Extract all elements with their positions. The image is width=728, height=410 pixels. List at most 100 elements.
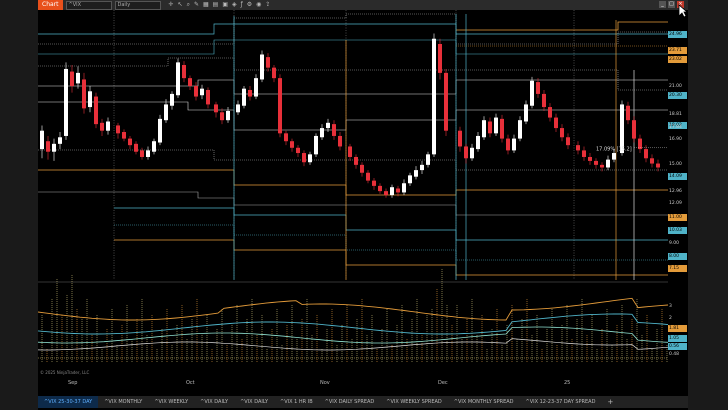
price-axis-label: 7.15 — [668, 264, 687, 272]
candle-body — [638, 138, 642, 150]
candle-body — [76, 72, 80, 84]
candle-body — [302, 153, 306, 163]
chart-tab[interactable]: ^VIX 1 HR IB — [274, 396, 319, 408]
candle-body — [278, 78, 282, 134]
strategy-icon[interactable]: ◈ — [232, 0, 237, 10]
level-line — [114, 207, 668, 241]
zoom-icon[interactable]: ⌕ — [187, 0, 190, 10]
grid-icon[interactable]: ▦ — [203, 0, 209, 10]
mouse-cursor-icon — [678, 4, 688, 18]
price-axis-label: 9.00 — [669, 241, 680, 247]
snapshot-icon[interactable]: ◉ — [256, 0, 261, 10]
candle-body — [656, 163, 660, 168]
candle-body — [566, 137, 570, 146]
draw-icon[interactable]: ✎ — [194, 0, 199, 10]
interval-selector[interactable]: Daily — [114, 0, 161, 10]
price-axis-label: 16.90 — [669, 137, 682, 143]
indicator-line — [38, 297, 668, 321]
candle-body — [220, 112, 224, 121]
minimize-icon[interactable]: _ — [659, 1, 666, 8]
template-icon[interactable]: ▤ — [213, 0, 219, 10]
candle-body — [390, 187, 394, 196]
chart-tab[interactable]: ^VIX DAILY — [234, 396, 274, 408]
candle-body — [176, 62, 180, 96]
candle-body — [88, 91, 92, 108]
price-axis-label: 23.71 — [668, 46, 687, 54]
chart-tab[interactable]: ^VIX WEEKLY SPREAD — [380, 396, 448, 408]
price-axis-label: 21.00 — [669, 83, 682, 89]
candle-body — [494, 117, 498, 134]
level-line — [38, 57, 668, 91]
candle-body — [372, 180, 376, 186]
time-axis-label: Sep — [68, 380, 78, 386]
candle-body — [214, 104, 218, 113]
level-line — [38, 39, 668, 55]
chart-tab[interactable]: ^VIX MONTHLY — [98, 396, 148, 408]
candle-body — [632, 120, 636, 139]
candle-body — [464, 146, 468, 159]
candle-body — [266, 57, 270, 68]
candle-body — [378, 185, 382, 192]
add-tab-button[interactable]: + — [601, 398, 619, 406]
indicator-icon[interactable]: ƒ — [241, 0, 243, 10]
indicator-axis-label: 0.56 — [668, 342, 687, 350]
candle-body — [40, 130, 44, 150]
chart-title-tab[interactable]: Chart — [38, 0, 63, 10]
candle-body — [444, 72, 448, 131]
properties-icon[interactable]: ⚙ — [247, 0, 252, 10]
chart-tab[interactable]: ^VIX DAILY — [194, 396, 234, 408]
chart-tab[interactable]: ^VIX MONTHLY SPREAD — [448, 396, 520, 408]
candle-body — [242, 88, 246, 106]
candle-body — [254, 78, 258, 97]
maximize-icon[interactable]: □ — [668, 1, 675, 8]
price-axis-label: 15.00 — [669, 162, 682, 168]
candle-body — [164, 104, 168, 121]
level-line — [38, 79, 668, 95]
candle-body — [140, 150, 144, 157]
crosshair-icon[interactable]: ✛ — [169, 0, 174, 10]
candle-body — [348, 146, 352, 157]
chart-tab[interactable]: ^VIX 25-30-37 DAY — [38, 396, 99, 408]
price-axis-label: 14.09 — [668, 173, 687, 181]
instrument-selector[interactable]: ^VIX — [65, 0, 112, 10]
candle-body — [524, 104, 528, 122]
pointer-icon[interactable]: ↖ — [178, 0, 183, 10]
candle-body — [482, 120, 486, 138]
candle-body — [64, 68, 68, 136]
candle-body — [402, 183, 406, 193]
candle-body — [106, 121, 110, 131]
price-axis[interactable]: 24.96 23.71 23.02 21.00 20.30 18.81 18.02 17.84… — [668, 10, 688, 378]
price-chart-area[interactable]: 17.09% [15.2] — [38, 10, 668, 378]
candle-body — [308, 154, 312, 163]
chart-tab[interactable]: ^VIX 12-23-37 DAY SPREAD — [520, 396, 602, 408]
indicator-line — [38, 313, 668, 335]
candle-body — [338, 135, 342, 147]
price-axis-label: 10.03 — [668, 226, 687, 234]
chart-tab[interactable]: ^VIX WEEKLY — [148, 396, 194, 408]
price-axis-label: 11.00 — [668, 213, 687, 221]
candle-body — [506, 138, 510, 151]
time-axis-label: 25 — [564, 380, 571, 386]
candle-body — [612, 153, 616, 160]
candle-body — [536, 82, 540, 94]
share-icon[interactable]: ⇪ — [265, 0, 270, 10]
price-axis-label: 18.81 — [669, 112, 682, 118]
candle-body — [560, 128, 564, 138]
level-line — [38, 23, 668, 35]
candle-body — [158, 118, 162, 143]
candle-body — [650, 158, 654, 164]
candle-body — [52, 143, 56, 152]
candle-body — [576, 145, 580, 151]
candle-body — [332, 124, 336, 136]
price-axis-label: 17.84 — [669, 125, 682, 131]
chart-toolbar: Chart ^VIX Daily ✛ ↖ ⌕ ✎ ▦ ▤ ▣ ◈ ƒ ⚙ ◉ ⇪ _ □ × — [38, 0, 688, 10]
candle-body — [128, 138, 132, 146]
candle-body — [366, 172, 370, 181]
chart-tab[interactable]: ^VIX DAILY SPREAD — [319, 396, 381, 408]
time-axis-label: Oct — [186, 380, 195, 386]
data-box-icon[interactable]: ▣ — [222, 0, 228, 10]
time-axis[interactable]: Sep Oct Nov Dec 25 — [38, 378, 688, 390]
candle-body — [426, 154, 430, 165]
candle-body — [182, 65, 186, 79]
candle-body — [284, 133, 288, 142]
